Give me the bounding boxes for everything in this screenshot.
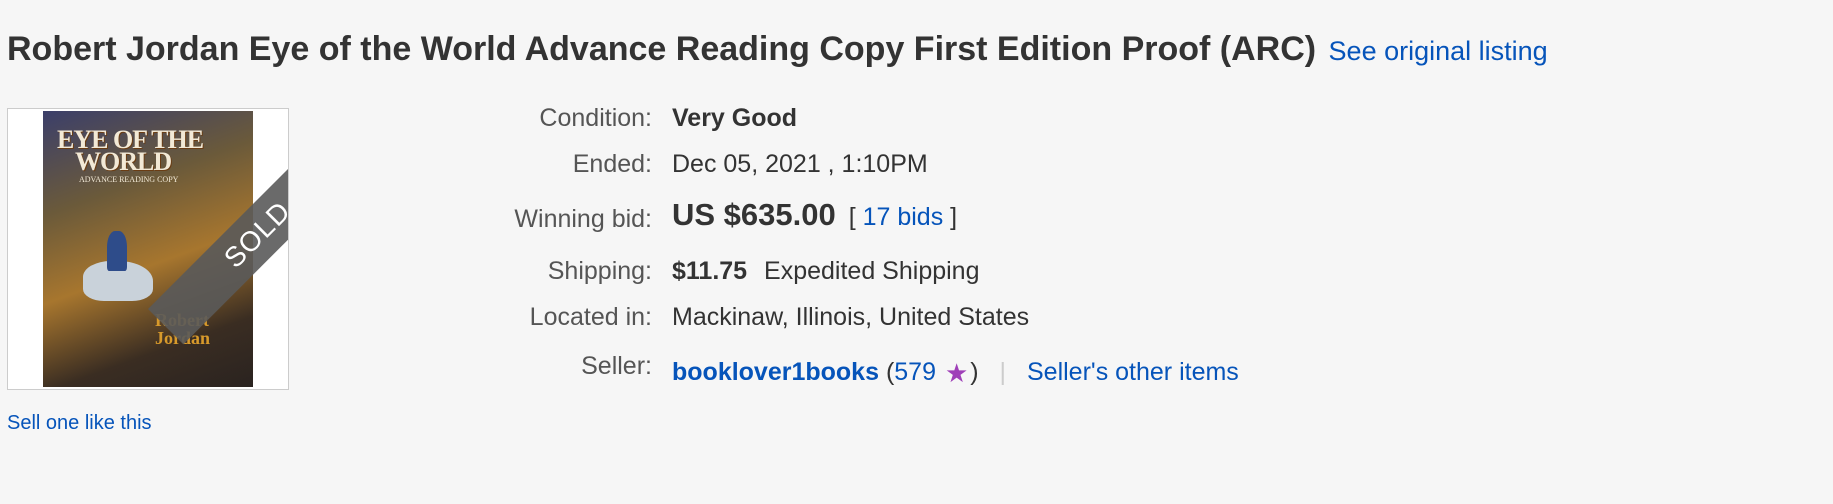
bids-bracket-close: ] <box>950 203 958 231</box>
location-row: Located in: Mackinaw, Illinois, United S… <box>420 303 1320 343</box>
sell-one-like-this-link[interactable]: Sell one like this <box>7 412 152 435</box>
cover-title-line2: WORLD <box>75 147 172 176</box>
location-label: Located in: <box>529 303 652 331</box>
shipping-type: Expedited Shipping <box>764 257 980 285</box>
condition-label: Condition: <box>539 104 652 132</box>
seller-label: Seller: <box>581 352 652 380</box>
feedback-paren-close: ) <box>970 358 979 386</box>
winning-bid-row: Winning bid: US $635.00 [ 17 bids ] <box>420 197 1320 237</box>
ended-value: Dec 05, 2021 , 1:10PM <box>672 150 928 178</box>
feedback-score-link[interactable]: 579 <box>894 358 936 386</box>
condition-row: Condition: Very Good <box>420 104 1320 144</box>
sellers-other-items-link[interactable]: Seller's other items <box>1027 358 1239 386</box>
ended-row: Ended: Dec 05, 2021 , 1:10PM <box>420 150 1320 190</box>
ended-label: Ended: <box>572 150 652 178</box>
winning-bid-price: US $635.00 <box>672 197 836 232</box>
cover-rider-art <box>107 231 127 271</box>
shipping-label: Shipping: <box>547 257 652 285</box>
purple-star-icon: ★ <box>944 358 969 388</box>
winning-bid-value: US $635.00 [ 17 bids ] <box>672 197 957 233</box>
listing-header: Robert Jordan Eye of the World Advance R… <box>7 30 1807 69</box>
shipping-cost: $11.75 <box>672 257 748 285</box>
seller-name-link[interactable]: booklover1books <box>672 358 879 386</box>
winning-bid-label: Winning bid: <box>514 205 652 233</box>
shipping-row: Shipping: $11.75 Expedited Shipping <box>420 257 1320 297</box>
see-original-listing-link[interactable]: See original listing <box>1329 36 1548 66</box>
cover-subtitle: ADVANCE READING COPY <box>79 175 179 184</box>
seller-value: booklover1books (579 ★) | Seller's other… <box>672 358 1239 389</box>
shipping-value: $11.75 Expedited Shipping <box>672 257 980 286</box>
seller-row: Seller: booklover1books (579 ★) | Seller… <box>420 352 1320 392</box>
separator: | <box>999 358 1007 386</box>
cover-title: EYE OF THE WORLD <box>57 127 204 176</box>
bid-history-link[interactable]: 17 bids <box>863 203 944 231</box>
listing-title: Robert Jordan Eye of the World Advance R… <box>7 30 1317 68</box>
bids-bracket-open: [ <box>848 203 856 231</box>
item-image[interactable]: EYE OF THE WORLD ADVANCE READING COPY Ro… <box>7 108 289 390</box>
condition-value: Very Good <box>672 104 798 132</box>
location-value: Mackinaw, Illinois, United States <box>672 303 1030 331</box>
